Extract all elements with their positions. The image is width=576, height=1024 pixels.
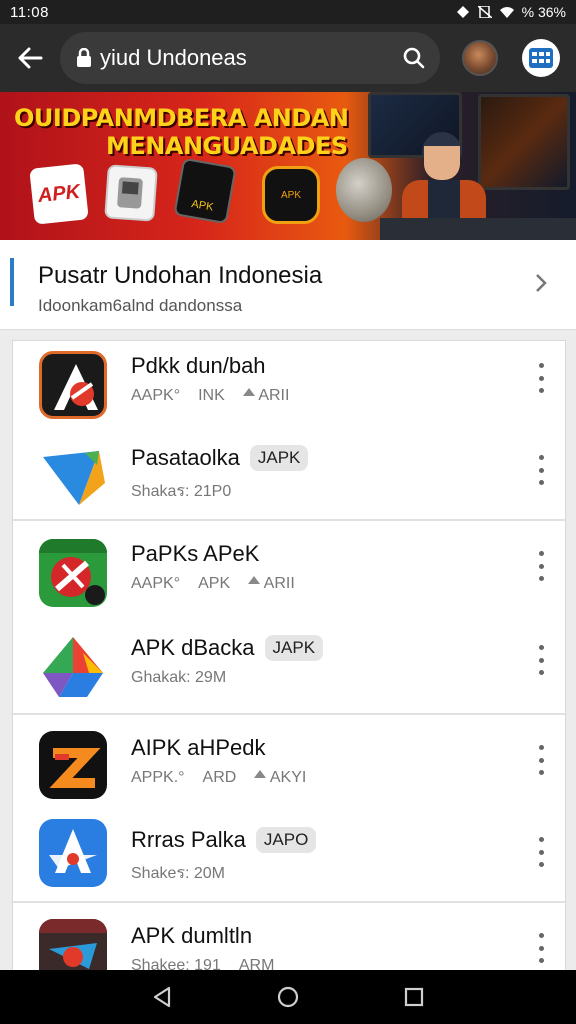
system-nav-bar (0, 970, 576, 1024)
banner-robot (336, 158, 392, 222)
app-name: PaPKs APeK (131, 541, 260, 566)
status-bar: 11:08 % 36% (0, 0, 576, 24)
back-button[interactable] (0, 24, 60, 92)
battery-text: % 36% (521, 4, 566, 20)
divider (13, 901, 567, 903)
banner-tile-apk: APK (29, 163, 89, 225)
app-meta: Ghakak: 29M (131, 669, 227, 686)
rating-icon (254, 770, 267, 778)
more-options-button[interactable] (535, 745, 547, 775)
app-name: APK dBacka JAPK (131, 635, 324, 661)
app-icon (39, 539, 107, 607)
app-icon (39, 731, 107, 799)
data-saver-icon (456, 6, 469, 18)
nav-recents-icon[interactable] (403, 986, 425, 1008)
app-meta: AAPK° APK ARII (131, 575, 295, 592)
app-badge: JAPK (264, 635, 324, 661)
app-name: AIPK aHPedk (131, 735, 266, 760)
more-options-button[interactable] (535, 645, 547, 675)
category-header[interactable]: Pusatr Undohan Indonesia Idoonkam6alnd d… (0, 240, 576, 330)
app-badge: JAPK (249, 445, 309, 471)
more-options-button[interactable] (535, 551, 547, 581)
accent-bar (10, 258, 14, 306)
banner-title: OUIDPANMDBERA ANDAN MENANGUADADES (14, 104, 349, 160)
banner-tile-device (104, 164, 158, 222)
more-options-button[interactable] (535, 837, 547, 867)
app-icon (39, 443, 107, 511)
app-icon (39, 351, 107, 419)
app-name: Pasataolka JAPK (131, 445, 309, 471)
address-bar[interactable]: yiud Undoneas (60, 32, 440, 84)
apps-grid-icon (529, 48, 553, 68)
app-icon (39, 633, 107, 701)
banner-tile-phone: APK (173, 157, 237, 225)
app-meta: Shakaร: 21P0 (131, 483, 232, 500)
section-title: Pusatr Undohan Indonesia (38, 262, 323, 289)
app-name: Rrras Palka JAPO (131, 827, 317, 853)
nav-home-icon[interactable] (276, 985, 300, 1009)
status-icons: % 36% (456, 4, 566, 20)
url-text: yiud Undoneas (100, 45, 247, 70)
banner-desk (380, 218, 576, 240)
app-meta: AAPK° INK ARII (131, 387, 290, 404)
list-item[interactable]: APK dBacka JAPK Ghakak: 29M (13, 623, 567, 713)
more-options-button[interactable] (535, 933, 547, 963)
app-name: APK dumltln (131, 923, 253, 948)
list-item[interactable]: PaPKs APeK AAPK° APK ARII (13, 529, 567, 619)
list-item[interactable]: AIPK aHPedk APPK.° ARD AKYI (13, 723, 567, 813)
apps-button[interactable] (522, 39, 560, 77)
app-list: Pdkk dun/bah AAPK° INK ARII Pasataolka JAP… (12, 340, 567, 981)
banner-title-line2: MENANGUADADES (106, 132, 348, 160)
wifi-icon (499, 7, 514, 18)
rating-icon (248, 576, 261, 584)
chevron-right-icon (536, 274, 547, 292)
arrow-left-icon (18, 47, 43, 69)
list-item[interactable]: Pasataolka JAPK Shakaร: 21P0 (13, 433, 567, 523)
section-subtitle: Idoonkam6alnd dandonssa (38, 296, 243, 315)
divider (13, 519, 567, 521)
status-time: 11:08 (10, 3, 49, 21)
nav-back-icon[interactable] (151, 985, 173, 1009)
profile-avatar[interactable] (462, 40, 498, 76)
search-icon[interactable] (402, 46, 426, 70)
app-meta: Shakeร: 20M (131, 865, 225, 882)
lock-icon (77, 48, 91, 67)
list-item[interactable]: Pdkk dun/bah AAPK° INK ARII (13, 341, 567, 431)
banner-tile-badge: APK (262, 166, 320, 224)
more-options-button[interactable] (535, 455, 547, 485)
rating-icon (242, 388, 255, 396)
more-options-button[interactable] (535, 363, 547, 393)
app-meta: APPK.° ARD AKYI (131, 769, 307, 786)
app-badge: JAPO (255, 827, 317, 853)
browser-toolbar: yiud Undoneas (0, 24, 576, 92)
divider (13, 713, 567, 715)
app-name: Pdkk dun/bah (131, 353, 266, 378)
no-sim-icon (477, 6, 492, 18)
app-icon (39, 819, 107, 887)
banner-title-line1: OUIDPANMDBERA ANDAN (14, 104, 349, 132)
promo-banner[interactable]: OUIDPANMDBERA ANDAN MENANGUADADES APK AP… (0, 92, 576, 240)
banner-monitor-right (478, 94, 570, 190)
list-item[interactable]: Rrras Palka JAPO Shakeร: 20M (13, 815, 567, 905)
